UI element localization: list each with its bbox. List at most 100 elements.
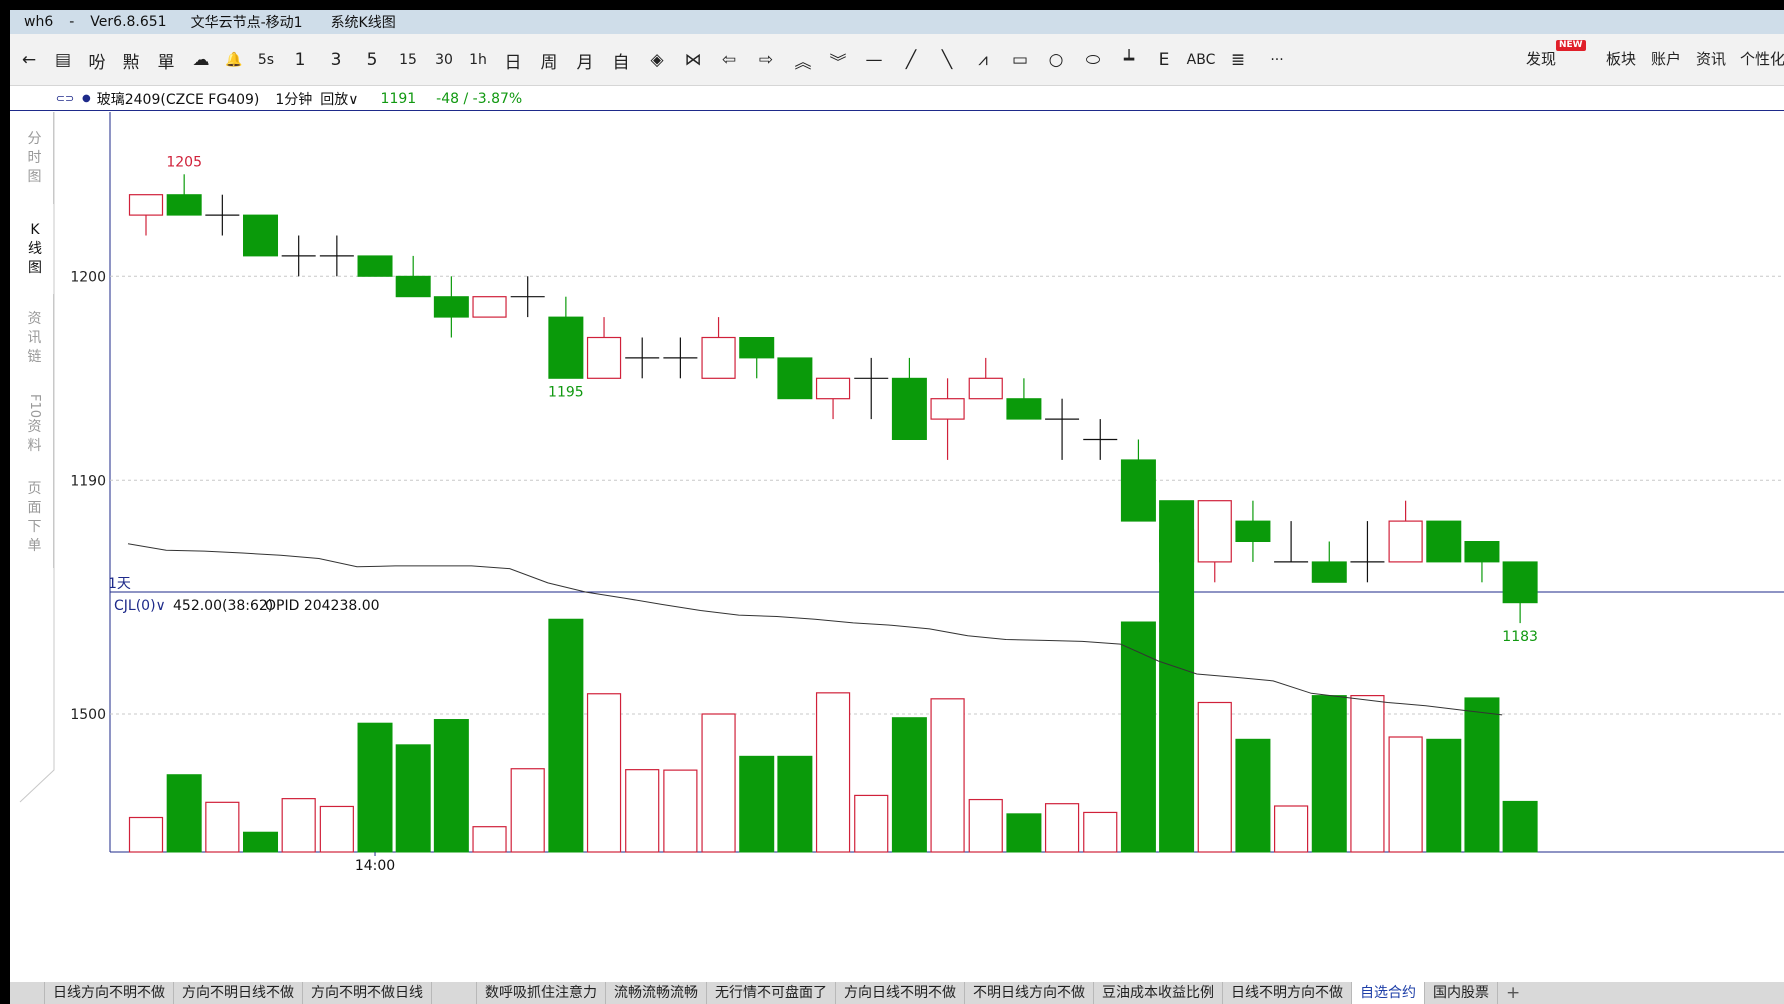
move-right-icon[interactable]: ⇨ [751, 46, 781, 74]
ellipse-icon[interactable]: ⬭ [1078, 46, 1108, 74]
fibonacci-icon[interactable]: Ε [1149, 46, 1179, 74]
time-axis-label: 14:00 [355, 858, 395, 874]
candle [1235, 500, 1271, 562]
bottom-tab[interactable]: 日线不明方向不做 [1223, 982, 1352, 1004]
volume-bar [1197, 701, 1232, 853]
more-icon[interactable]: ··· [1262, 46, 1292, 74]
bottom-tab[interactable]: 方向日线不明不做 [836, 982, 965, 1004]
candle-body [701, 336, 736, 379]
sector-button[interactable]: 板块 [1606, 48, 1636, 69]
instrument-name[interactable]: 玻璃2409(CZCE FG409) [97, 89, 260, 109]
period-custom-button[interactable]: 自 [606, 46, 636, 74]
volume-bar [166, 774, 202, 853]
bottom-tab[interactable]: 不明日线方向不做 [965, 982, 1094, 1004]
discover-button[interactable]: 发现 NEW [1526, 40, 1586, 69]
volume-bar [281, 798, 316, 853]
period-5s-button[interactable]: 5s [251, 46, 281, 74]
price-tick-label: 1200 [70, 269, 106, 285]
instrument-info-bar: ⊂⊃ ● 玻璃2409(CZCE FG409) 1分钟 回放∨ 1191 -48… [10, 87, 1784, 111]
opid-line [127, 543, 1503, 716]
expand-icon[interactable]: ◈ [642, 46, 672, 74]
order-icon[interactable]: 單 [151, 46, 181, 74]
bottom-tab[interactable]: 日线方向不明不做 [44, 982, 174, 1004]
candle [395, 255, 431, 298]
candle-body [1197, 500, 1232, 563]
zoom-in-icon[interactable]: ︽ [788, 46, 818, 74]
candle [1274, 521, 1309, 563]
candle [1083, 419, 1118, 460]
personalize-button[interactable]: 个性化 [1740, 48, 1784, 69]
back-icon[interactable]: ← [14, 46, 44, 74]
bell-icon[interactable]: 🔔 [219, 46, 249, 74]
volume-bar [319, 805, 354, 853]
ray-icon[interactable]: ╲ [932, 46, 962, 74]
period-1-button[interactable]: 1 [285, 46, 315, 74]
period-30-button[interactable]: 30 [429, 46, 459, 74]
bottom-tab[interactable]: 数呼吸抓住注意力 [476, 982, 606, 1004]
candle-body [968, 377, 1003, 400]
toolbar: ← ▤ 吩㸃單 ☁ 🔔 5s 1 3 5 15 30 1h 日周月自 ◈ ⋈ ⇦ ⇨ ︽ ︾ — ╱ ╲ ⩘ ▭ ○ ⬭ ┷ Ε ABC… [10, 34, 1784, 86]
candle-body [1388, 520, 1423, 563]
news-label: 资讯 [1696, 50, 1727, 68]
candle-body [1006, 398, 1042, 420]
add-tab-button[interactable]: + [1498, 982, 1528, 1004]
candle-body [891, 377, 927, 440]
period-5-button[interactable]: 5 [357, 46, 387, 74]
flash-icon[interactable]: 㸃 [116, 46, 146, 74]
period-1h-button[interactable]: 1h [463, 46, 493, 74]
volume-bar [663, 769, 698, 853]
shrink-icon[interactable]: ⋈ [678, 46, 708, 74]
bottom-tab[interactable]: 豆油成本收益比例 [1094, 982, 1223, 1004]
period-3-button[interactable]: 3 [321, 46, 351, 74]
text-icon[interactable]: ABC [1186, 46, 1216, 74]
volume-bar [854, 794, 889, 853]
candle [472, 296, 507, 318]
ruler-icon[interactable]: ┷ [1114, 46, 1144, 74]
candle-body [777, 357, 813, 400]
candle [891, 357, 927, 440]
candle [1006, 378, 1042, 420]
hline-icon[interactable]: — [859, 46, 889, 74]
volume-bar [930, 698, 965, 853]
candle [777, 357, 813, 400]
candle-body [586, 336, 622, 379]
news-button[interactable]: 资讯 [1696, 48, 1726, 69]
period-15-button[interactable]: 15 [393, 46, 423, 74]
candle-body [739, 337, 775, 359]
last-price: 1191 [380, 90, 417, 107]
bottom-tab[interactable]: 方向不明日线不做 [174, 982, 303, 1004]
kline-chart[interactable]: 1200119012051195118411831天CJL(0)∨452.00(… [10, 112, 1784, 980]
bottom-tab[interactable]: 国内股票 [1425, 982, 1498, 1004]
trendline-icon[interactable]: ╱ [896, 46, 926, 74]
period-selector[interactable]: 1分钟 [275, 89, 312, 109]
candle [1464, 541, 1500, 583]
candle-body [930, 398, 965, 420]
volume-bar [891, 717, 927, 853]
app-name: wh6 [24, 14, 54, 30]
price-annotation: 1195 [548, 384, 584, 400]
volume-bar [472, 826, 507, 853]
period-day-button[interactable]: 日 [498, 46, 528, 74]
candle [815, 377, 851, 420]
move-left-icon[interactable]: ⇦ [714, 46, 744, 74]
zoom-out-icon[interactable]: ︾ [823, 46, 853, 74]
report-icon[interactable]: ▤ [48, 46, 78, 74]
rectangle-icon[interactable]: ▭ [1005, 46, 1035, 74]
period-week-button[interactable]: 周 [534, 46, 564, 74]
settings-icon[interactable]: ≣ [1223, 46, 1253, 74]
period-month-button[interactable]: 月 [570, 46, 600, 74]
bottom-tab[interactable]: 无行情不可盘面了 [707, 982, 836, 1004]
volume-bar [243, 831, 279, 853]
bottom-tab[interactable]: 流畅流畅流畅 [606, 982, 707, 1004]
polyline-icon[interactable]: ⩘ [968, 46, 998, 74]
account-button[interactable]: 账户 [1651, 48, 1681, 69]
price-annotation: 1205 [166, 154, 202, 170]
link-icon[interactable]: ⊂⊃ [54, 92, 76, 105]
replay-dropdown[interactable]: 回放∨ [320, 89, 358, 109]
volume-bar [1159, 529, 1195, 853]
circle-icon[interactable]: ○ [1041, 46, 1071, 74]
bottom-tab[interactable]: 方向不明不做日线 [303, 982, 432, 1004]
cloud-icon[interactable]: ☁ [186, 46, 216, 74]
timeshare-icon[interactable]: 吩 [82, 46, 112, 74]
bottom-tab[interactable]: 自选合约 [1352, 982, 1425, 1004]
